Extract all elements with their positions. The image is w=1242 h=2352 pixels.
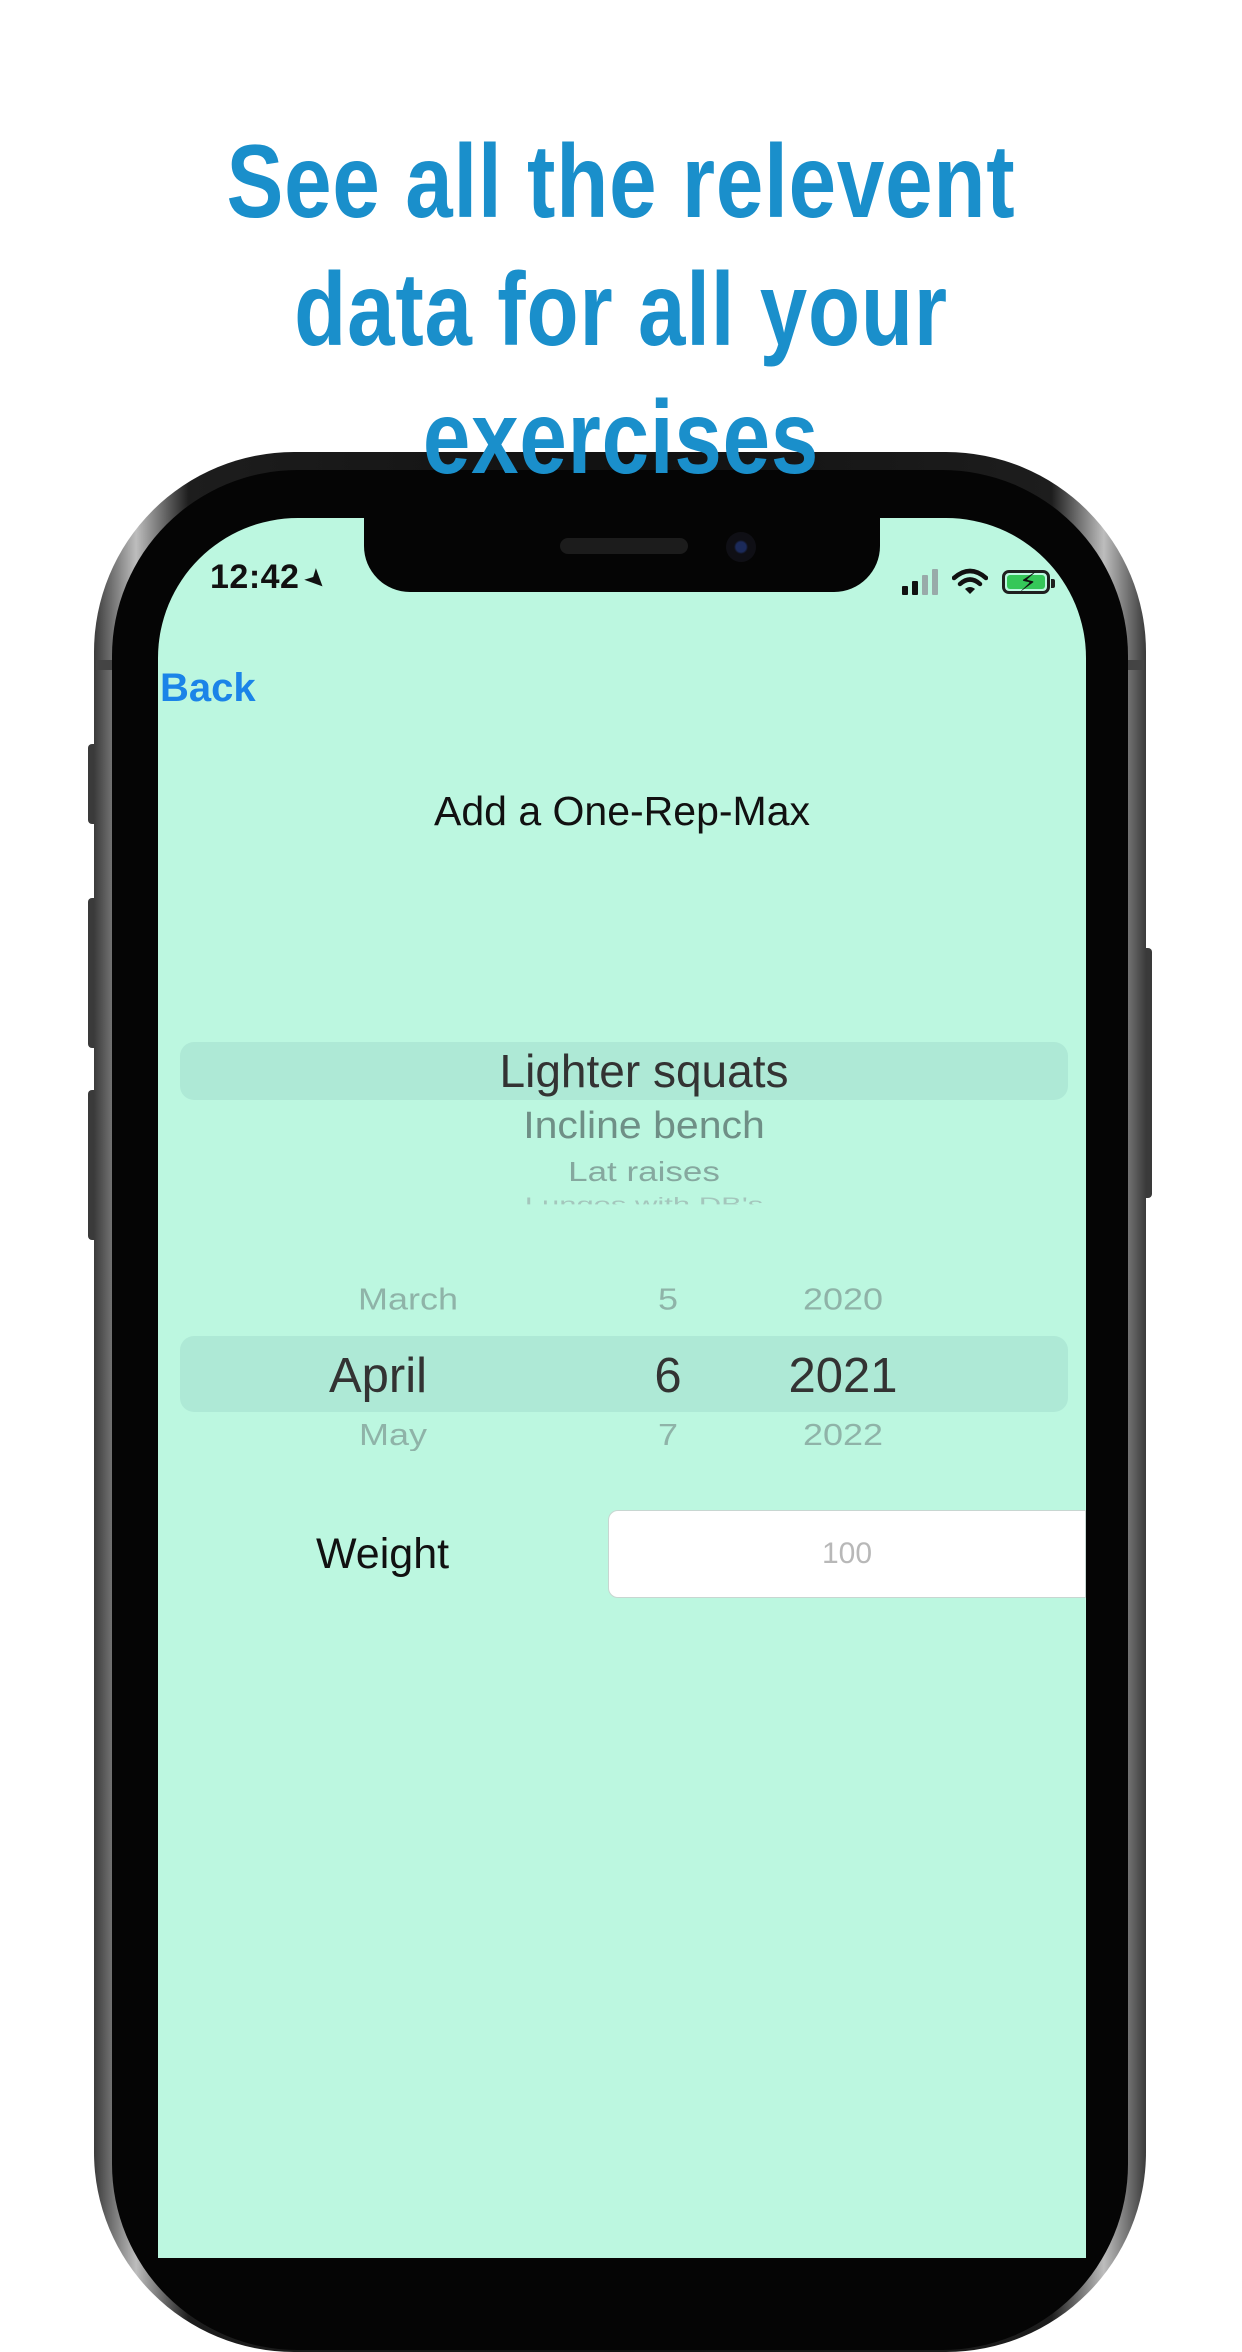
weight-input[interactable]: 100: [608, 1510, 1086, 1598]
page-title: Add a One-Rep-Max: [433, 788, 810, 834]
day-picker[interactable]: 5 6 7: [618, 1278, 718, 1454]
clock-text: 12:42: [210, 558, 300, 596]
year-picker[interactable]: 2020 2021 2022: [768, 1278, 918, 1454]
location-arrow-icon: ➤: [298, 560, 336, 598]
back-button[interactable]: Back: [160, 666, 256, 711]
month-below[interactable]: May: [248, 1417, 538, 1451]
marketing-headline: See all the relevent data for all your e…: [112, 118, 1130, 502]
day-below[interactable]: 7: [618, 1417, 718, 1451]
day-above[interactable]: 5: [618, 1282, 718, 1323]
headline-line-3: exercises: [422, 380, 820, 496]
status-time: 12:42➤: [210, 558, 335, 598]
year-below[interactable]: 2022: [768, 1417, 918, 1451]
month-selected[interactable]: April: [218, 1348, 538, 1414]
headline-line-2: data for all your: [294, 252, 948, 368]
antenna-band-left: [96, 660, 112, 670]
battery-charging-icon: ⚡: [1002, 567, 1055, 597]
notch: [364, 518, 880, 592]
weight-label: Weight: [316, 1530, 450, 1578]
wifi-icon: [952, 568, 988, 594]
month-above[interactable]: March: [278, 1282, 538, 1323]
month-picker[interactable]: March April May: [278, 1278, 538, 1454]
app-screen: 12:42➤ ⚡ Back Add a One-Rep-Max Lighter …: [158, 518, 1086, 2258]
year-above[interactable]: 2020: [768, 1282, 918, 1323]
status-indicators: ⚡: [902, 562, 1055, 602]
exercise-picker-item[interactable]: Lunges with DB's: [180, 1194, 1086, 1205]
year-selected[interactable]: 2021: [768, 1348, 918, 1414]
day-selected[interactable]: 6: [618, 1348, 718, 1414]
headline-line-1: See all the relevent: [226, 124, 1016, 240]
antenna-band-right: [1128, 660, 1144, 670]
camera-icon: [726, 532, 756, 562]
exercise-picker-item[interactable]: Incline bench: [180, 1104, 1086, 1147]
exercise-picker-item[interactable]: Lat raises: [180, 1156, 1086, 1188]
speaker-grille: [560, 538, 688, 554]
cellular-signal-icon: [902, 569, 938, 595]
exercise-picker-selected[interactable]: Lighter squats: [180, 1044, 1086, 1098]
